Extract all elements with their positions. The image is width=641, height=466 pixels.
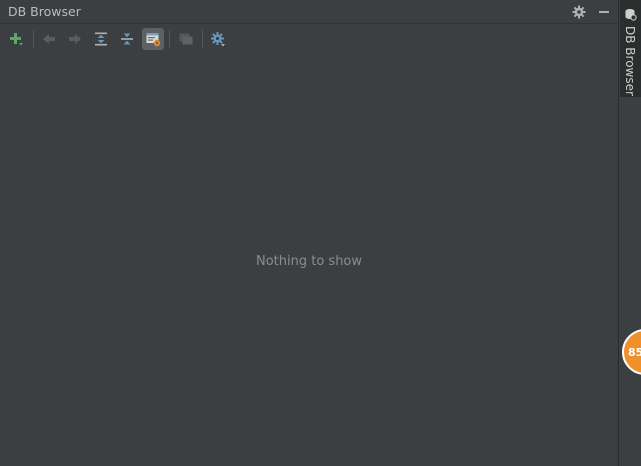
database-icon <box>624 6 637 21</box>
arrow-right-icon <box>69 34 81 44</box>
empty-state-message: Nothing to show <box>255 254 363 269</box>
collapse-all-icon <box>121 33 133 45</box>
expand-all-button[interactable] <box>90 28 112 50</box>
navigate-forward-button[interactable] <box>64 28 86 50</box>
plus-icon <box>10 33 23 46</box>
collapse-all-button[interactable] <box>116 28 138 50</box>
arrow-left-icon <box>43 34 55 44</box>
properties-icon <box>146 33 161 47</box>
toolbar-separator <box>169 30 170 48</box>
show-object-properties-button[interactable] <box>142 28 164 50</box>
db-browser-panel: DB Browser Nothing to show <box>0 0 619 466</box>
toolbar-separator <box>33 30 34 48</box>
gear-icon[interactable] <box>571 4 587 20</box>
panel-title: DB Browser <box>8 4 81 19</box>
panel-header: DB Browser <box>0 0 618 24</box>
settings-button[interactable] <box>207 28 229 50</box>
add-connection-button[interactable] <box>5 28 27 50</box>
open-sql-console-button[interactable] <box>175 28 197 50</box>
badge-count: 85 <box>628 346 641 359</box>
settings-gear-icon <box>211 32 225 47</box>
side-tab-label: DB Browser <box>623 26 637 96</box>
minimize-icon[interactable] <box>596 4 612 20</box>
expand-all-icon <box>95 32 107 46</box>
toolbar <box>0 25 618 55</box>
console-icon <box>179 33 193 45</box>
toolbar-separator <box>202 30 203 48</box>
navigate-back-button[interactable] <box>38 28 60 50</box>
side-tab-db-browser[interactable]: DB Browser <box>620 0 641 97</box>
